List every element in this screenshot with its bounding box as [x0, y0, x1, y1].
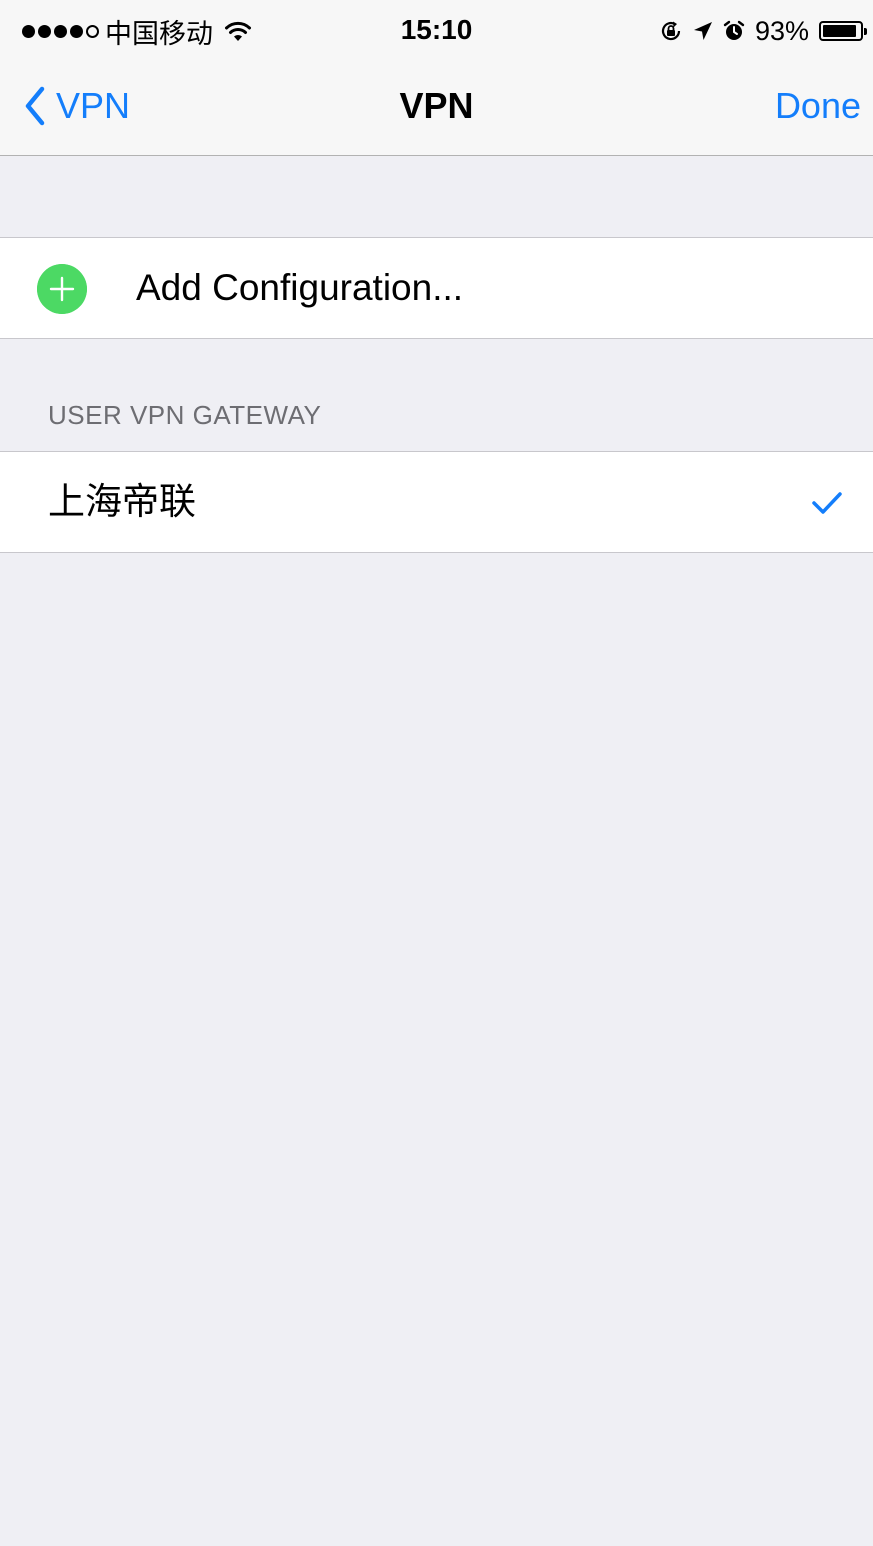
status-bar: 中国移动 15:10 93% — [0, 0, 873, 60]
plus-icon — [37, 264, 87, 314]
section-header: USER VPN GATEWAY — [48, 400, 322, 430]
checkmark-icon — [812, 492, 842, 514]
vpn-configuration-label: 上海帝联 — [48, 481, 196, 522]
vpn-configuration-row[interactable]: 上海帝联 — [0, 451, 873, 553]
battery-level — [823, 25, 857, 37]
status-right: 93% — [659, 14, 867, 48]
screen: 中国移动 15:10 93% VPN VPN Done Add Configur… — [0, 0, 873, 1546]
alarm-icon — [723, 20, 745, 40]
battery-percent: 93% — [754, 15, 809, 46]
add-configuration-label: Add Configuration... — [136, 267, 464, 308]
add-configuration-cell[interactable]: Add Configuration... — [0, 237, 873, 339]
rotation-lock-icon — [661, 21, 681, 41]
navigation-bar: VPN VPN Done — [0, 60, 873, 156]
location-arrow-icon — [693, 22, 712, 40]
done-button[interactable]: Done — [775, 82, 861, 130]
page-title: VPN — [399, 85, 474, 126]
battery-icon — [819, 21, 867, 41]
